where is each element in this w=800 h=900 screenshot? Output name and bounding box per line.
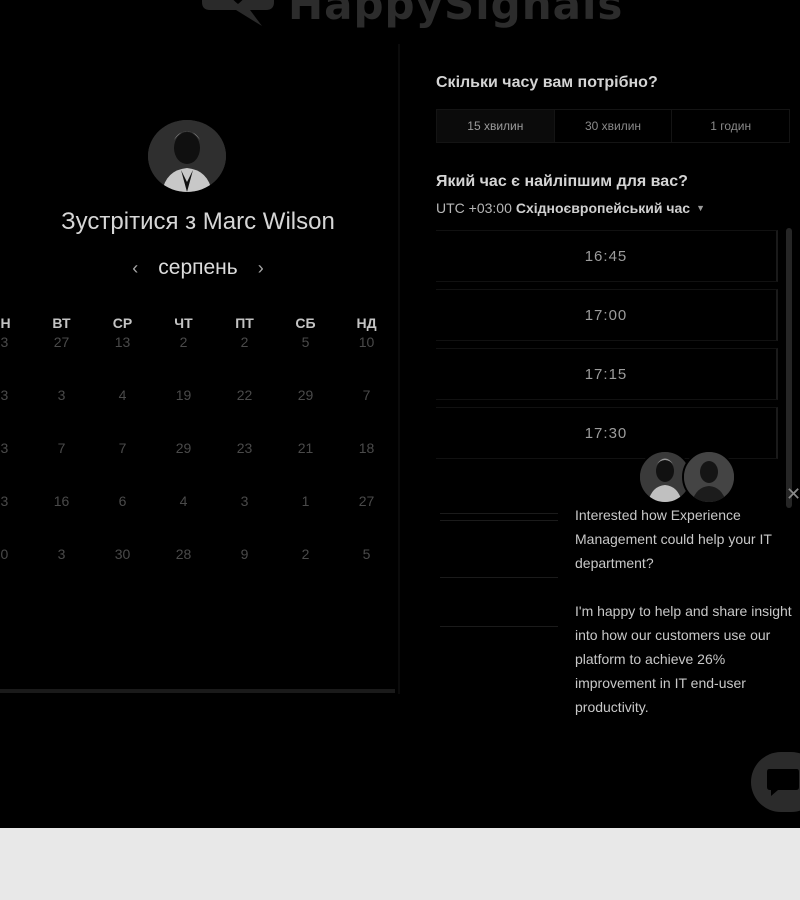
calendar-day[interactable]: 7: [336, 387, 397, 440]
calendar-day[interactable]: 18: [336, 440, 397, 493]
chat-agent-avatars: [638, 450, 736, 504]
calendar-day[interactable]: 21: [275, 440, 336, 493]
calendar-day[interactable]: 10: [336, 334, 397, 387]
calendar-day[interactable]: 20: [0, 546, 31, 599]
calendar-bottom-divider: [0, 689, 395, 693]
timezone-selector[interactable]: UTC +03:00 Східноєвропейський час ▼: [436, 200, 705, 216]
calendar-day[interactable]: 2: [275, 546, 336, 599]
chat-bubble-icon: [767, 769, 799, 796]
calendar-day[interactable]: 7: [31, 440, 92, 493]
calendar-day[interactable]: 23: [214, 440, 275, 493]
calendar-day[interactable]: 9: [214, 546, 275, 599]
meeting-title: Зустрітися з Marc Wilson: [61, 208, 335, 235]
calendar-week-row: 13 3 4 19 22 29 7: [0, 387, 397, 440]
calendar-week-row: 13 16 6 4 3 1 27: [0, 493, 397, 546]
slot-list-scrollbar[interactable]: [786, 228, 792, 508]
calendar-day[interactable]: 29: [275, 387, 336, 440]
calendar-week-row: 13 27 13 2 2 5 10: [0, 334, 397, 387]
weekday-label: ЧТ: [174, 315, 193, 331]
time-slot-edge: [440, 626, 558, 627]
weekday-label: ПН: [0, 315, 11, 331]
calendar-day[interactable]: 3: [31, 387, 92, 440]
time-slot[interactable]: 17:00: [436, 289, 778, 341]
time-slot-edge: [440, 520, 558, 521]
month-label: серпень: [158, 256, 238, 279]
calendar-day[interactable]: 27: [336, 493, 397, 546]
duration-option-60[interactable]: 1 годин: [672, 110, 789, 142]
calendar-day[interactable]: 6: [92, 493, 153, 546]
chat-message-2: I'm happy to help and share insight into…: [575, 603, 792, 715]
bottom-bar: [0, 828, 800, 900]
duration-question: Скільки часу вам потрібно?: [436, 74, 658, 91]
calendar-day[interactable]: 5: [275, 334, 336, 387]
calendar-day[interactable]: 27: [31, 334, 92, 387]
calendar-day[interactable]: 16: [31, 493, 92, 546]
calendar-day[interactable]: 4: [92, 387, 153, 440]
caret-down-icon: ▼: [696, 203, 705, 213]
weekday-header-row: ПН ВТ СР ЧТ ПТ СБ НД: [0, 312, 397, 334]
chevron-right-icon[interactable]: ›: [256, 258, 266, 279]
time-slot-edge: [440, 577, 558, 578]
duration-selector: 15 хвилин 30 хвилин 1 годин: [436, 109, 790, 143]
host-avatar: [148, 120, 226, 192]
close-icon[interactable]: ✕: [786, 484, 800, 505]
timezone-offset: UTC +03:00: [436, 200, 512, 216]
person-avatar-icon: [148, 120, 226, 192]
panel-divider: [398, 44, 400, 694]
calendar-day[interactable]: 13: [92, 334, 153, 387]
calendar-day[interactable]: 28: [153, 546, 214, 599]
calendar-day[interactable]: 29: [153, 440, 214, 493]
calendar-day[interactable]: 13: [0, 440, 31, 493]
chat-message-1: Interested how Experience Management cou…: [575, 507, 772, 571]
calendar-day[interactable]: 22: [214, 387, 275, 440]
calendar-week-row: 20 3 30 28 9 2 5: [0, 546, 397, 599]
calendar-day[interactable]: 30: [92, 546, 153, 599]
time-slot-edge: [440, 513, 558, 514]
calendar-day[interactable]: 13: [0, 387, 31, 440]
calendar-day[interactable]: 13: [0, 334, 31, 387]
weekday-label: НД: [356, 315, 377, 331]
chevron-left-icon[interactable]: ‹: [130, 258, 140, 279]
calendar-day[interactable]: 2: [214, 334, 275, 387]
weekday-label: ПТ: [235, 315, 254, 331]
weekday-label: ВТ: [52, 315, 71, 331]
duration-option-30[interactable]: 30 хвилин: [555, 110, 673, 142]
speech-bubble-heart-icon: [202, 0, 274, 26]
agent-avatar: [682, 450, 736, 504]
calendar-day[interactable]: 3: [214, 493, 275, 546]
calendar-day[interactable]: 19: [153, 387, 214, 440]
weekday-label: СР: [112, 315, 133, 331]
logo-text: HappySignals: [288, 0, 624, 29]
calendar-day[interactable]: 4: [153, 493, 214, 546]
calendar-day[interactable]: 13: [0, 493, 31, 546]
calendar-day[interactable]: 5: [336, 546, 397, 599]
calendar-week-row: 13 7 7 29 23 21 18: [0, 440, 397, 493]
calendar-grid: ПН ВТ СР ЧТ ПТ СБ НД 13 27 13 2 2 5 10 1…: [0, 312, 397, 599]
happysignals-logo: HappySignals: [200, 0, 623, 30]
chat-popup-message: Interested how Experience Management cou…: [575, 503, 800, 743]
time-slot-list: 16:45 17:00 17:15 17:30: [436, 230, 778, 466]
time-question: Який час є найліпшим для вас?: [436, 173, 688, 190]
person-avatar-icon: [684, 452, 734, 502]
duration-option-15[interactable]: 15 хвилин: [437, 110, 555, 142]
chat-launcher-button[interactable]: [751, 752, 800, 812]
calendar-day[interactable]: 1: [275, 493, 336, 546]
calendar-day[interactable]: 7: [92, 440, 153, 493]
weekday-label: СБ: [295, 315, 316, 331]
time-slot[interactable]: 17:15: [436, 348, 778, 400]
month-navigation: ‹ серпень ›: [0, 256, 396, 280]
calendar-day[interactable]: 2: [153, 334, 214, 387]
calendar-day[interactable]: 3: [31, 546, 92, 599]
time-slot[interactable]: 16:45: [436, 230, 778, 282]
timezone-name: Східноєвропейський час: [515, 200, 691, 216]
